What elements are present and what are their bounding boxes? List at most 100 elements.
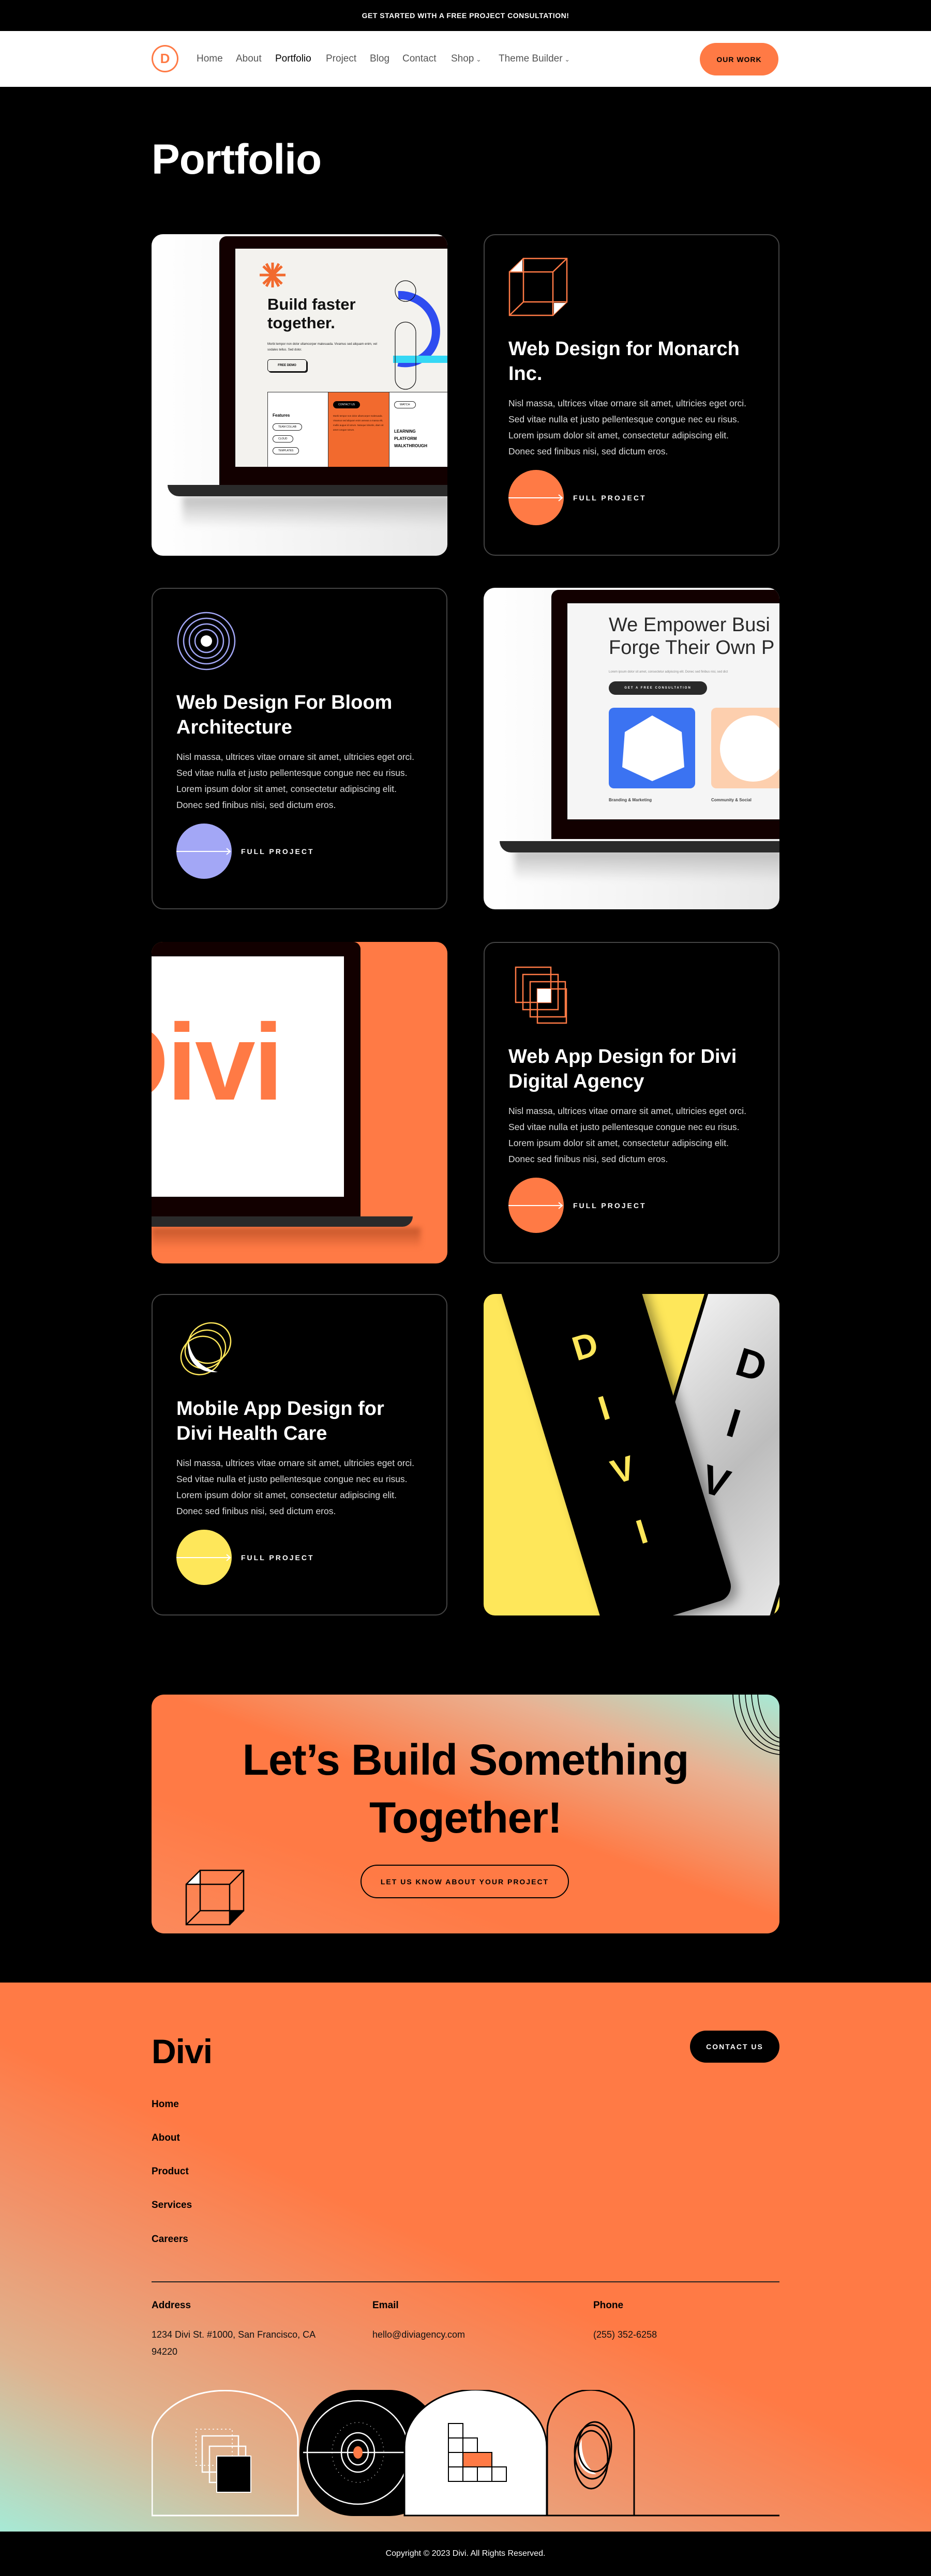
project-card-bloom: Web Design For Bloom Architecture Nisl m… (152, 588, 447, 909)
nav-about[interactable]: About (236, 53, 262, 65)
project-description: Nisl massa, ultrices vitae ornare sit am… (176, 1458, 415, 1516)
cta-banner: Let’s Build Something Together! LET US K… (152, 1695, 779, 1933)
laptop-base (168, 485, 447, 496)
full-project-label: FULL PROJECT (241, 847, 314, 856)
nav-blog[interactable]: Blog (370, 53, 389, 65)
arrow-circle-button[interactable] (508, 470, 564, 525)
laptop-shadow (183, 496, 447, 527)
arrow-right-icon (508, 1202, 563, 1209)
footer-link-home[interactable]: Home (152, 2099, 179, 2110)
mockup-orange-text: Morbi tempor non dolor ullamcorper males… (333, 415, 384, 431)
chevron-down-icon: ⌄ (564, 56, 570, 63)
laptop-shadow (515, 850, 779, 881)
mockup-tile-peach (711, 708, 779, 788)
mockup-contact: CONTACT US (333, 401, 361, 408)
arc-lines-icon (732, 1695, 779, 1755)
letter: I (632, 1512, 652, 1551)
mockup-orange-col: CONTACT US Morbi tempor non dolor ullamc… (328, 392, 389, 467)
mockup-watch: WATCH (394, 401, 416, 408)
cube-icon (508, 257, 568, 316)
mockup-watch-col: WATCH LEARNING PLATFORM WALKTHROUGH (389, 392, 447, 467)
project-image-bloom[interactable]: We Empower Busi Forge Their Own P Lorem i… (484, 588, 779, 909)
project-description: Nisl massa, ultrices vitae ornare sit am… (176, 752, 415, 810)
laptop-shadow (152, 1228, 421, 1248)
letter: I (722, 1399, 746, 1446)
email-link[interactable]: hello@diviagency.com (372, 2326, 559, 2343)
project-description: Nisl massa, ultrices vitae ornare sit am… (508, 398, 747, 456)
mockup-para: Morbi tempor non dolor ullamcorper males… (267, 343, 377, 352)
site-footer: Divi CONTACT US Home About Product Servi… (0, 1983, 931, 2532)
mockup-heading: Build faster together. (267, 295, 356, 332)
mockup-tile-blue (609, 708, 695, 788)
mockup-heading-line: Forge Their Own P (609, 637, 775, 659)
arch-squares-illustration (152, 2390, 299, 2517)
nav-home[interactable]: Home (197, 53, 223, 65)
project-image-monarch[interactable]: Build faster together. Morbi tempor non … (152, 234, 447, 556)
orbit-rings-icon (180, 1322, 232, 1376)
nav-theme-builder[interactable]: Theme Builder ⌄ (499, 53, 570, 65)
cube-outline-icon (185, 1869, 245, 1926)
footer-link-services[interactable]: Services (152, 2200, 192, 2211)
hexagon-icon (622, 715, 684, 781)
full-project-link[interactable]: FULL PROJECT (508, 470, 778, 525)
project-card-monarch: Web Design for Monarch Inc. Nisl massa, … (484, 234, 779, 556)
mockup-features-col: Features TEAM COLLAB CLOUD TEMPLATES (267, 392, 328, 467)
mockup-tag: CLOUD (273, 435, 293, 443)
mockup-tag: TEMPLATES (273, 447, 299, 454)
footer-link-product[interactable]: Product (152, 2166, 189, 2177)
mockup-tile-label: Branding & Marketing (609, 798, 652, 802)
laptop-screen: We Empower Busi Forge Their Own P Lorem i… (567, 603, 779, 819)
full-project-label: FULL PROJECT (241, 1553, 314, 1562)
project-card-agency: Web App Design for Divi Digital Agency N… (484, 942, 779, 1263)
contact-us-button[interactable]: CONTACT US (690, 2031, 779, 2063)
project-card-mobile: Mobile App Design for Divi Health Care N… (152, 1294, 447, 1615)
divi-wordmark: Divi (152, 1001, 283, 1123)
asterisk-icon (260, 263, 286, 287)
arrow-right-icon (508, 494, 563, 501)
announcement-bar: GET STARTED WITH A FREE PROJECT CONSULTA… (0, 0, 931, 31)
site-header: D Home About Portfolio Project Blog Cont… (0, 31, 931, 87)
email-label: Email (372, 2300, 399, 2311)
nav-shop[interactable]: Shop ⌄ (451, 53, 481, 65)
full-project-label: FULL PROJECT (573, 1201, 647, 1210)
nav-contact[interactable]: Contact (402, 53, 436, 65)
arrow-circle-button[interactable] (176, 1530, 232, 1585)
chevron-down-icon: ⌄ (476, 56, 482, 63)
arrow-circle-button[interactable] (176, 824, 232, 879)
footer-divider (152, 2281, 779, 2282)
announcement-text: GET STARTED WITH A FREE PROJECT CONSULTA… (362, 11, 569, 20)
mockup-consult-button: GET A FREE CONSULTATION (609, 681, 707, 695)
divi-logo[interactable]: D (152, 45, 178, 72)
project-title: Web Design For Bloom Architecture (176, 692, 393, 738)
full-project-link[interactable]: FULL PROJECT (508, 1178, 778, 1233)
footer-illustrations (152, 2390, 779, 2517)
project-image-mobile[interactable]: DIV DIVI (484, 1294, 779, 1615)
project-inquiry-button[interactable]: LET US KNOW ABOUT YOUR PROJECT (361, 1865, 569, 1898)
full-project-link[interactable]: FULL PROJECT (176, 824, 446, 879)
letter: D (731, 1338, 772, 1391)
phone-label: Phone (593, 2300, 624, 2311)
mockup-para: Lorem ipsum dolor sit amet, consectetur … (609, 670, 728, 674)
copyright-text: Copyright © 2023 Divi. All Rights Reserv… (385, 2549, 546, 2558)
arrow-circle-button[interactable] (508, 1178, 564, 1233)
our-work-button[interactable]: OUR WORK (700, 43, 778, 75)
nav-portfolio[interactable]: Portfolio (275, 53, 311, 65)
logo-letter: D (160, 51, 170, 66)
mockup-heading: We Empower Busi Forge Their Own P (609, 614, 774, 659)
address-value: 1234 Divi St. #1000, San Francisco, CA 9… (152, 2329, 316, 2357)
nav-project[interactable]: Project (326, 53, 356, 65)
laptop-screen: Divi (152, 956, 344, 1197)
phone-letters: DIVI (553, 1308, 673, 1569)
project-title: Web Design for Monarch Inc. (508, 338, 740, 385)
project-image-agency[interactable]: Divi (152, 942, 447, 1263)
full-project-link[interactable]: FULL PROJECT (176, 1530, 446, 1585)
cta-title: Let’s Build Something Together! (242, 1735, 689, 1842)
mockup-tile-label: Community & Social (711, 798, 752, 802)
footer-link-careers[interactable]: Careers (152, 2234, 188, 2245)
footer-logo[interactable]: Divi (152, 2032, 213, 2071)
phone-link[interactable]: (255) 352-6258 (593, 2326, 779, 2343)
laptop-base (152, 1216, 413, 1227)
concentric-circles-icon (177, 612, 236, 670)
nav-theme-builder-label: Theme Builder (499, 53, 563, 64)
footer-link-about[interactable]: About (152, 2132, 180, 2144)
